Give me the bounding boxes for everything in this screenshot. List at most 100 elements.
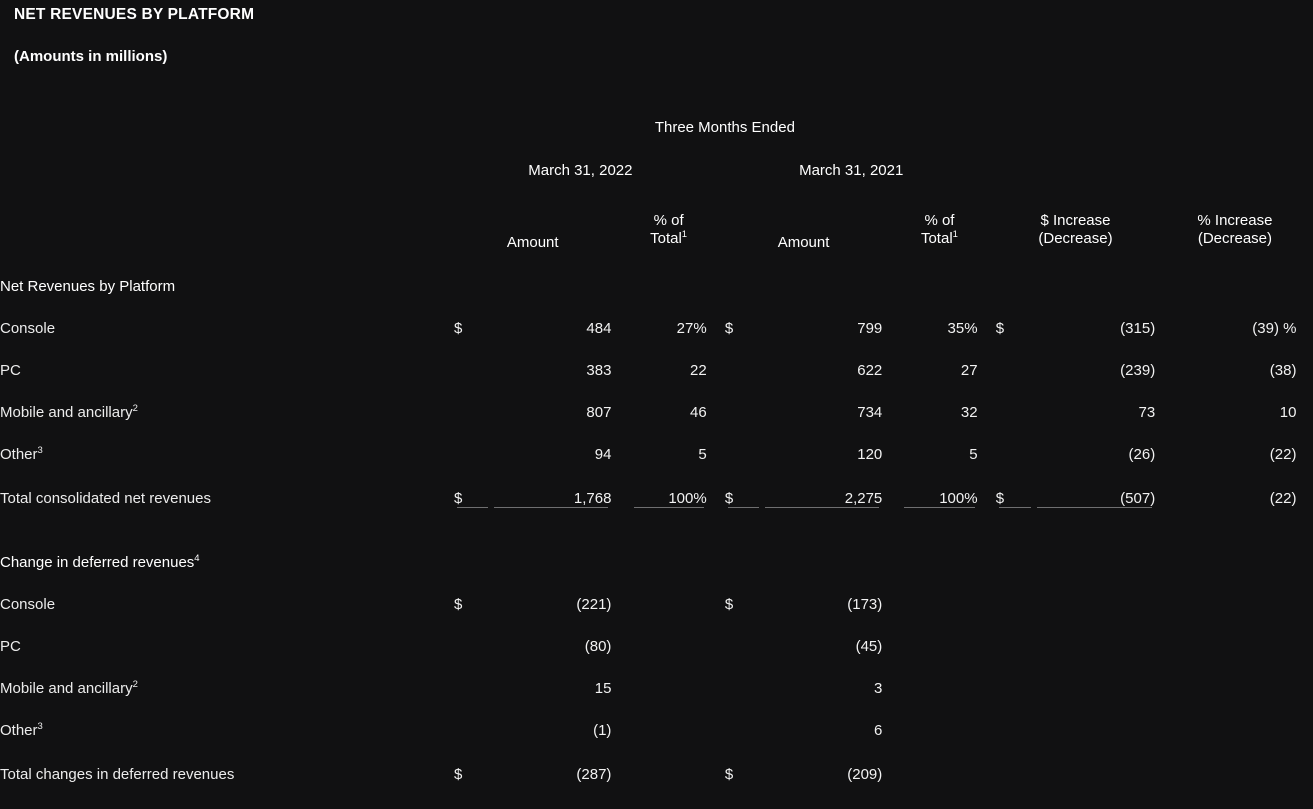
cell-dollar-increase: (507) [1034, 463, 1155, 507]
footnote-marker-3: 3 [37, 721, 43, 732]
cell-pad [1296, 697, 1313, 739]
header-pct-inc-line2: (Decrease) [1197, 230, 1273, 248]
cell-pad [1296, 463, 1313, 507]
cell-gap-a [611, 739, 630, 783]
cell-pct-increase [1173, 571, 1296, 613]
header-spacer-inc3 [1155, 96, 1173, 138]
cell-currency-2021: $ [724, 596, 734, 613]
cell-pct-2022: 46 [690, 404, 707, 421]
cell-gap-d [978, 697, 996, 739]
row-label-console: Console [0, 295, 454, 337]
cell-currency-2022 [454, 421, 491, 463]
header-pct-total-line2-b: Total [920, 230, 953, 248]
cell-gap-a [611, 421, 630, 463]
cell-gap-e [1155, 337, 1173, 379]
cell-gap-a [611, 463, 630, 507]
header-row-dates: March 31, 2022 March 31, 2021 [0, 138, 1313, 181]
header-spacer-inc-a [996, 138, 1034, 181]
cell-dollar-increase [1034, 739, 1156, 783]
cell-pct-2021 [901, 697, 977, 739]
cell-gap-a [611, 295, 630, 337]
row-label-pc-deferred: PC [0, 613, 454, 655]
header-amount-2022: Amount [506, 234, 559, 252]
footnote-marker-2: 2 [132, 403, 138, 414]
cell-gap-b [707, 697, 725, 739]
cell-currency-2022 [454, 613, 491, 655]
cell-currency-2021: $ [724, 320, 734, 337]
cell-amount-2022: 94 [594, 446, 612, 463]
cell-dollar-increase: (26) [1128, 446, 1156, 463]
table-row: Other3 (1) 6 [0, 697, 1313, 739]
cell-amount-2022: (1) [593, 722, 612, 739]
cell-gap-a [611, 571, 630, 613]
cell-gap-d [978, 295, 996, 337]
header-gap-a [611, 181, 630, 253]
cell-currency-2022: $ [454, 766, 463, 783]
cell-amount-2021: 734 [857, 404, 883, 421]
cell-pct-2021 [901, 739, 977, 783]
table-row: Mobile and ancillary2 807 46 734 32 73 1… [0, 379, 1313, 421]
cell-pad [1296, 337, 1313, 379]
cell-gap-a [611, 379, 630, 421]
header-pct-total-2022: % of Total1 [631, 181, 707, 253]
row-label-text: Mobile and ancillary [0, 680, 133, 697]
cell-pad [1296, 655, 1313, 697]
cell-pad [1296, 379, 1313, 421]
row-label-text: PC [0, 638, 21, 655]
cell-amount-2022: (221) [576, 596, 612, 613]
header-spacer-label-2 [0, 138, 454, 181]
header-spacer-inc2 [1034, 96, 1156, 138]
table-row-total-deferred: Total changes in deferred revenues $ (28… [0, 739, 1313, 783]
cell-gap-d [978, 571, 996, 613]
cell-amount-2022: (80) [584, 638, 612, 655]
cell-gap-c [882, 295, 901, 337]
cell-pct-2022 [631, 697, 707, 739]
header-date-2022: March 31, 2022 [528, 162, 633, 180]
cell-currency-increase [996, 655, 1034, 697]
row-label-console-deferred: Console [0, 571, 454, 613]
cell-gap-c [882, 655, 901, 697]
section-heading-row-2: Change in deferred revenues4 [0, 529, 1313, 571]
cell-currency-2021 [725, 697, 762, 739]
cell-gap-c [882, 421, 901, 463]
cell-amount-2021: (173) [847, 596, 883, 613]
header-spacer-pad-2 [1296, 138, 1313, 181]
cell-currency-2022 [454, 655, 491, 697]
cell-pct-increase: (22) [1269, 446, 1297, 463]
cell-pct-increase [1173, 697, 1296, 739]
row-label-mobile-ancillary-deferred: Mobile and ancillary2 [0, 655, 454, 697]
cell-currency-2022: $ [454, 320, 463, 337]
cell-gap-d [978, 613, 996, 655]
cell-pct-2021: 100% [901, 463, 977, 507]
cell-pct-2021: 35% [947, 320, 978, 337]
footnote-marker-1: 1 [681, 229, 688, 241]
header-spacer-inc4 [1173, 96, 1296, 138]
document-root: NET REVENUES BY PLATFORM (Amounts in mil… [0, 0, 1313, 809]
section-heading-row: Net Revenues by Platform [0, 253, 1313, 295]
cell-pct-2022: 22 [690, 362, 707, 379]
header-pct-inc-line1: % Increase [1197, 211, 1273, 229]
cell-currency-increase [996, 337, 1034, 379]
cell-currency-2022 [454, 697, 491, 739]
cell-gap-e [1155, 463, 1173, 507]
cell-gap-d [978, 463, 996, 507]
cell-dollar-increase [1034, 697, 1156, 739]
row-label-text: Other [0, 722, 38, 739]
header-spacer-pad-3 [1296, 181, 1313, 253]
header-spacer-pad [1296, 96, 1313, 138]
row-label-text: Console [0, 596, 56, 613]
cell-dollar-increase: (239) [1120, 362, 1156, 379]
header-row-period: Three Months Ended [0, 96, 1313, 138]
cell-gap-e [1155, 697, 1173, 739]
cell-gap-b [707, 655, 725, 697]
page-title: NET REVENUES BY PLATFORM [14, 6, 255, 23]
cell-amount-2021: 6 [873, 722, 883, 739]
cell-pad [1296, 613, 1313, 655]
row-label-text: PC [0, 362, 21, 379]
cell-currency-2021 [725, 379, 762, 421]
cell-gap-b [707, 739, 725, 783]
table-row-total: Total consolidated net revenues $ 1,768 … [0, 463, 1313, 507]
header-spacer-inc1 [996, 96, 1034, 138]
section-heading-filler-2 [454, 529, 1313, 571]
footnote-marker-3: 3 [37, 445, 43, 456]
